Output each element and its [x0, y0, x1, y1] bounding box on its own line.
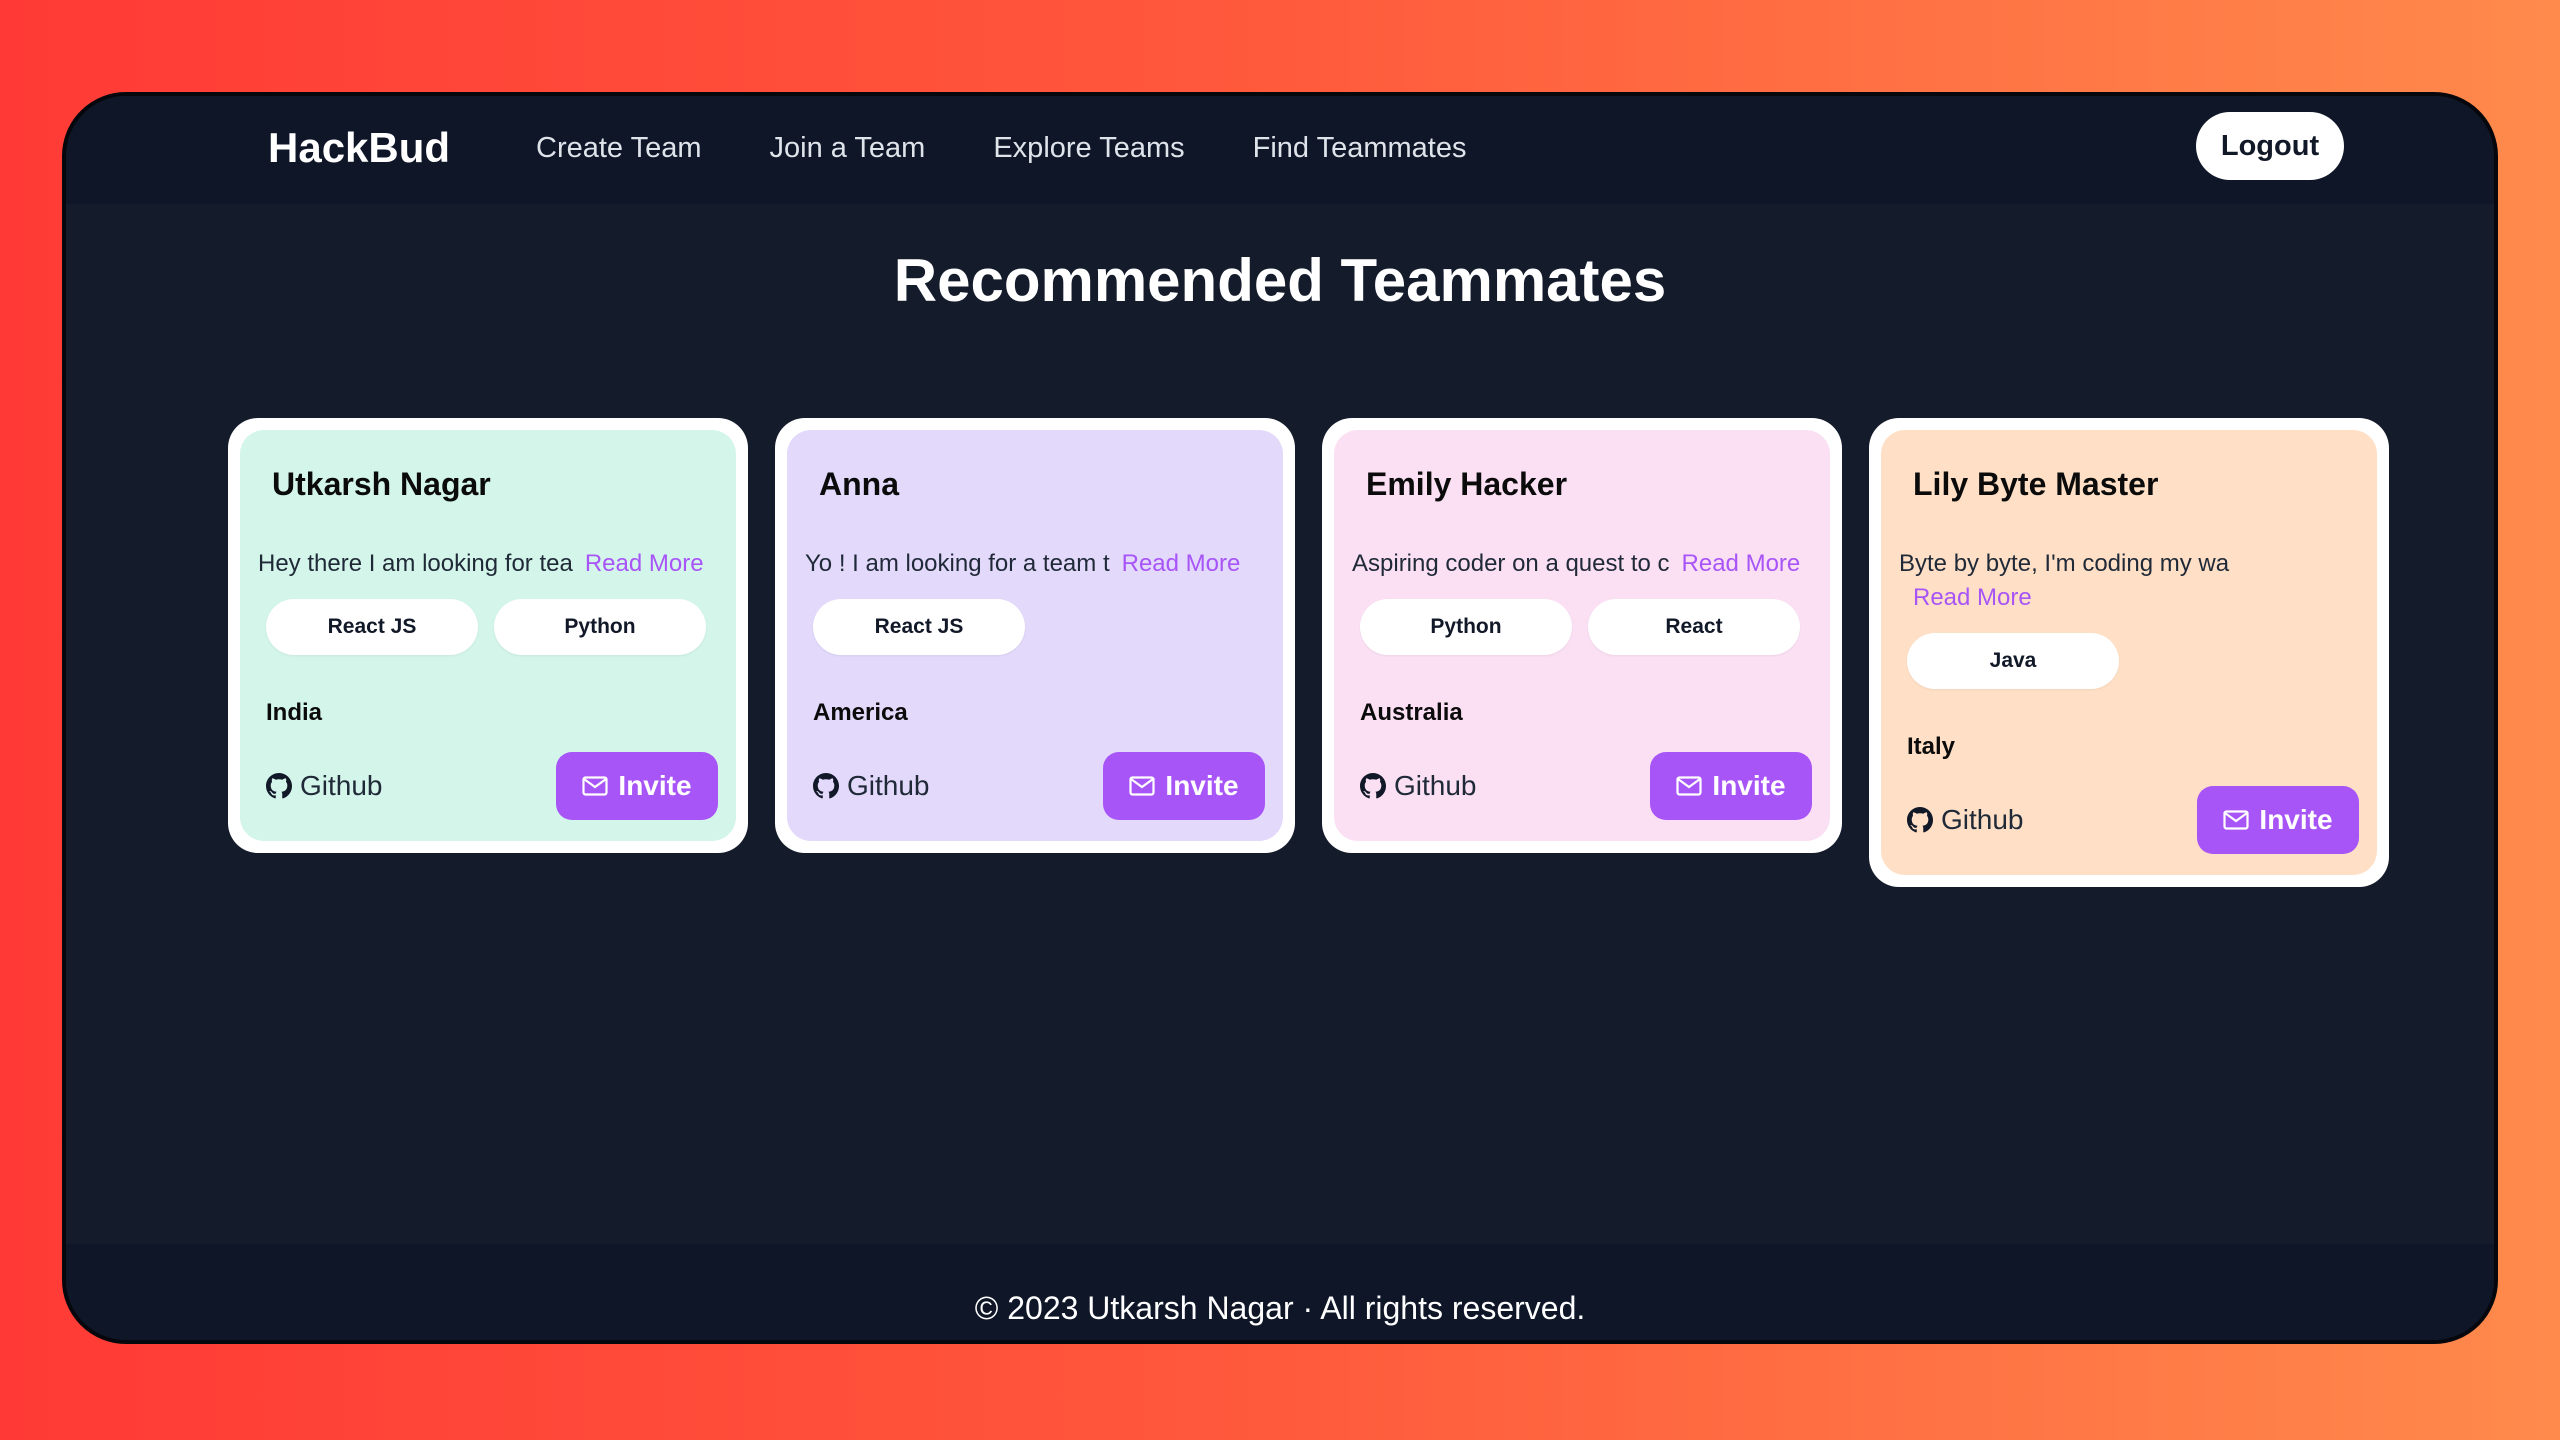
- skill-tag: React: [1588, 599, 1800, 655]
- page-title: Recommended Teammates: [893, 247, 1667, 314]
- teammate-card: Lily Byte Master Byte by byte, I'm codin…: [1869, 418, 2389, 887]
- logout-button[interactable]: Logout: [2196, 112, 2344, 180]
- skill-list: React JS: [813, 599, 1265, 655]
- card-footer: Github Invite: [1352, 751, 1812, 821]
- invite-label: Invite: [1165, 770, 1239, 801]
- invite-button[interactable]: Invite: [1103, 752, 1265, 820]
- read-more-link[interactable]: Read More: [1122, 550, 1241, 577]
- mail-icon: [1129, 776, 1156, 796]
- teammate-country: India: [266, 699, 323, 726]
- teammate-card-body: Lily Byte Master Byte by byte, I'm codin…: [1881, 430, 2377, 875]
- bio-text: Hey there I am looking for tea: [258, 550, 573, 577]
- invite-button[interactable]: Invite: [2197, 786, 2359, 854]
- nav-find-teammates[interactable]: Find Teammates: [1253, 132, 1467, 165]
- github-icon: [266, 773, 292, 799]
- invite-label: Invite: [1712, 770, 1786, 801]
- skill-tag: Java: [1907, 633, 2119, 689]
- github-link[interactable]: Github: [813, 770, 930, 802]
- github-label: Github: [1394, 770, 1477, 801]
- teammate-name: Emily Hacker: [1366, 466, 1568, 502]
- read-more-link[interactable]: Read More: [585, 550, 704, 577]
- skill-list: Python React: [1360, 599, 1812, 655]
- read-more-link[interactable]: Read More: [1913, 581, 2359, 615]
- nav-create-team[interactable]: Create Team: [536, 132, 702, 165]
- footer-copyright: © 2023 Utkarsh Nagar · All rights reserv…: [974, 1290, 1586, 1326]
- github-icon: [1360, 773, 1386, 799]
- mail-icon: [1676, 776, 1703, 796]
- card-footer: Github Invite: [258, 751, 718, 821]
- teammate-name: Utkarsh Nagar: [272, 466, 491, 502]
- github-label: Github: [300, 770, 383, 801]
- mail-icon: [2223, 810, 2250, 830]
- skill-tag: Python: [494, 599, 706, 655]
- bio-text: Byte by byte, I'm coding my wa: [1899, 550, 2230, 577]
- github-link[interactable]: Github: [266, 770, 383, 802]
- bio-text: Aspiring coder on a quest to c: [1352, 550, 1670, 577]
- teammate-name: Lily Byte Master: [1913, 466, 2159, 502]
- app-window: HackBud Create Team Join a Team Explore …: [62, 92, 2498, 1344]
- teammate-card: Anna Yo ! I am looking for a team t Read …: [775, 418, 1295, 853]
- teammate-bio: Hey there I am looking for tea Read More: [258, 547, 718, 581]
- github-link[interactable]: Github: [1907, 804, 2024, 836]
- github-label: Github: [1941, 804, 2024, 835]
- github-icon: [1907, 807, 1933, 833]
- card-footer: Github Invite: [1899, 785, 2359, 855]
- brand-logo[interactable]: HackBud: [268, 124, 450, 172]
- teammate-bio: Byte by byte, I'm coding my wa Read More: [1899, 547, 2359, 615]
- teammate-name: Anna: [819, 466, 899, 502]
- invite-button[interactable]: Invite: [1650, 752, 1812, 820]
- nav-join-team[interactable]: Join a Team: [770, 132, 926, 165]
- skill-list: React JS Python: [266, 599, 718, 655]
- teammate-card: Emily Hacker Aspiring coder on a quest t…: [1322, 418, 1842, 853]
- nav-links: Create Team Join a Team Explore Teams Fi…: [536, 132, 1466, 165]
- navbar: HackBud Create Team Join a Team Explore …: [66, 96, 2494, 204]
- teammate-country: Australia: [1360, 699, 1463, 726]
- mail-icon: [582, 776, 609, 796]
- teammate-country: America: [813, 699, 908, 726]
- teammate-card-body: Anna Yo ! I am looking for a team t Read …: [787, 430, 1283, 841]
- teammate-card: Utkarsh Nagar Hey there I am looking for…: [228, 418, 748, 853]
- teammate-bio: Yo ! I am looking for a team t Read More: [805, 547, 1265, 581]
- github-label: Github: [847, 770, 930, 801]
- teammate-card-body: Emily Hacker Aspiring coder on a quest t…: [1334, 430, 1830, 841]
- card-footer: Github Invite: [805, 751, 1265, 821]
- teammate-bio: Aspiring coder on a quest to c Read More: [1352, 547, 1812, 581]
- teammate-country: Italy: [1907, 733, 1956, 760]
- skill-tag: React JS: [266, 599, 478, 655]
- skill-list: Java: [1907, 633, 2359, 689]
- github-icon: [813, 773, 839, 799]
- invite-button[interactable]: Invite: [556, 752, 718, 820]
- read-more-link[interactable]: Read More: [1682, 550, 1801, 577]
- nav-explore-teams[interactable]: Explore Teams: [993, 132, 1184, 165]
- github-link[interactable]: Github: [1360, 770, 1477, 802]
- invite-label: Invite: [2259, 804, 2333, 835]
- skill-tag: React JS: [813, 599, 1025, 655]
- teammate-card-body: Utkarsh Nagar Hey there I am looking for…: [240, 430, 736, 841]
- bio-text: Yo ! I am looking for a team t: [805, 550, 1110, 577]
- skill-tag: Python: [1360, 599, 1572, 655]
- invite-label: Invite: [618, 770, 692, 801]
